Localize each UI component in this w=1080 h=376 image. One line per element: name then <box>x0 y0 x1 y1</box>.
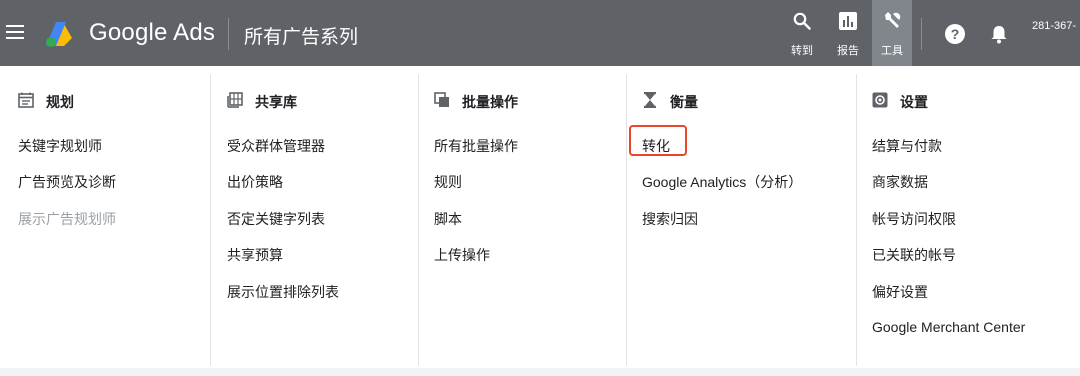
column-divider <box>210 74 211 366</box>
help-icon[interactable]: ? <box>945 24 965 44</box>
column-divider <box>856 74 857 366</box>
reports-label: 报告 <box>837 45 859 57</box>
goto-button[interactable]: 转到 <box>782 0 822 66</box>
top-app-bar: Google Ads 所有广告系列 转到 报告 工具 ? 281-367- <box>0 0 1080 66</box>
menu-item-shared-budgets[interactable]: 共享预算 <box>227 245 283 265</box>
search-icon <box>793 12 811 30</box>
brand-name[interactable]: Google Ads <box>89 19 215 47</box>
menu-column-planning: 规划 关键字规划师 广告预览及诊断 展示广告规划师 <box>18 66 208 368</box>
menu-column-shared-library: 共享库 受众群体管理器 出价策略 否定关键字列表 共享预算 展示位置排除列表 <box>227 66 417 368</box>
menu-item-ad-preview[interactable]: 广告预览及诊断 <box>18 172 116 192</box>
heading-planning: 规划 <box>46 94 74 110</box>
svg-text:?: ? <box>951 26 960 42</box>
tools-menu-panel: 规划 关键字规划师 广告预览及诊断 展示广告规划师 共享库 受众群体管理器 出价… <box>0 66 1080 368</box>
menu-item-google-analytics[interactable]: Google Analytics（分析） <box>642 172 802 192</box>
menu-item-rules[interactable]: 规则 <box>434 172 462 192</box>
menu-item-audience-manager[interactable]: 受众群体管理器 <box>227 136 325 156</box>
notifications-bell-icon[interactable] <box>989 24 1009 44</box>
menu-item-uploads[interactable]: 上传操作 <box>434 245 490 265</box>
account-id[interactable]: 281-367- <box>1032 20 1076 32</box>
heading-bulk-actions: 批量操作 <box>462 94 518 110</box>
wrench-icon <box>885 12 901 28</box>
menu-item-search-attribution[interactable]: 搜索归因 <box>642 209 698 229</box>
header-divider <box>228 18 229 50</box>
calendar-icon <box>18 92 34 108</box>
menu-item-all-bulk-actions[interactable]: 所有批量操作 <box>434 136 518 156</box>
header-divider-right <box>921 18 922 50</box>
tools-button[interactable]: 工具 <box>872 0 912 66</box>
menu-item-google-merchant-center[interactable]: Google Merchant Center <box>872 319 1025 335</box>
menu-item-linked-accounts[interactable]: 已关联的帐号 <box>872 245 956 265</box>
hourglass-icon <box>644 92 656 108</box>
tools-label: 工具 <box>881 45 903 57</box>
heading-measurement: 衡量 <box>670 94 698 110</box>
menu-item-account-access[interactable]: 帐号访问权限 <box>872 209 956 229</box>
menu-column-bulk-actions: 批量操作 所有批量操作 规则 脚本 上传操作 <box>434 66 624 368</box>
menu-item-negative-keyword-lists[interactable]: 否定关键字列表 <box>227 209 325 229</box>
menu-item-keyword-planner[interactable]: 关键字规划师 <box>18 136 102 156</box>
hamburger-menu-icon[interactable] <box>6 25 24 41</box>
menu-item-display-planner: 展示广告规划师 <box>18 211 116 227</box>
column-divider <box>418 74 419 366</box>
conversions-highlight-box <box>629 125 687 156</box>
menu-item-billing[interactable]: 结算与付款 <box>872 136 942 156</box>
menu-column-measurement: 衡量 转化 Google Analytics（分析） 搜索归因 <box>642 66 852 368</box>
menu-item-scripts[interactable]: 脚本 <box>434 209 462 229</box>
bar-chart-icon <box>839 12 857 30</box>
library-grid-icon <box>227 92 243 108</box>
menu-item-business-data[interactable]: 商家数据 <box>872 172 928 192</box>
heading-settings: 设置 <box>900 94 928 110</box>
menu-item-placement-exclusion-lists[interactable]: 展示位置排除列表 <box>227 282 339 302</box>
reports-button[interactable]: 报告 <box>828 0 868 66</box>
page-title: 所有广告系列 <box>244 27 359 48</box>
heading-shared-library: 共享库 <box>255 94 297 110</box>
google-ads-logo-icon[interactable] <box>44 18 76 48</box>
copy-stack-icon <box>434 92 449 107</box>
menu-item-preferences[interactable]: 偏好设置 <box>872 282 928 302</box>
menu-item-bid-strategies[interactable]: 出价策略 <box>227 172 283 192</box>
column-divider <box>626 74 627 366</box>
menu-column-settings: 设置 结算与付款 商家数据 帐号访问权限 已关联的帐号 偏好设置 Google … <box>872 66 1072 368</box>
settings-box-icon <box>872 92 888 108</box>
page-bottom-strip <box>0 368 1080 376</box>
goto-label: 转到 <box>791 45 813 57</box>
